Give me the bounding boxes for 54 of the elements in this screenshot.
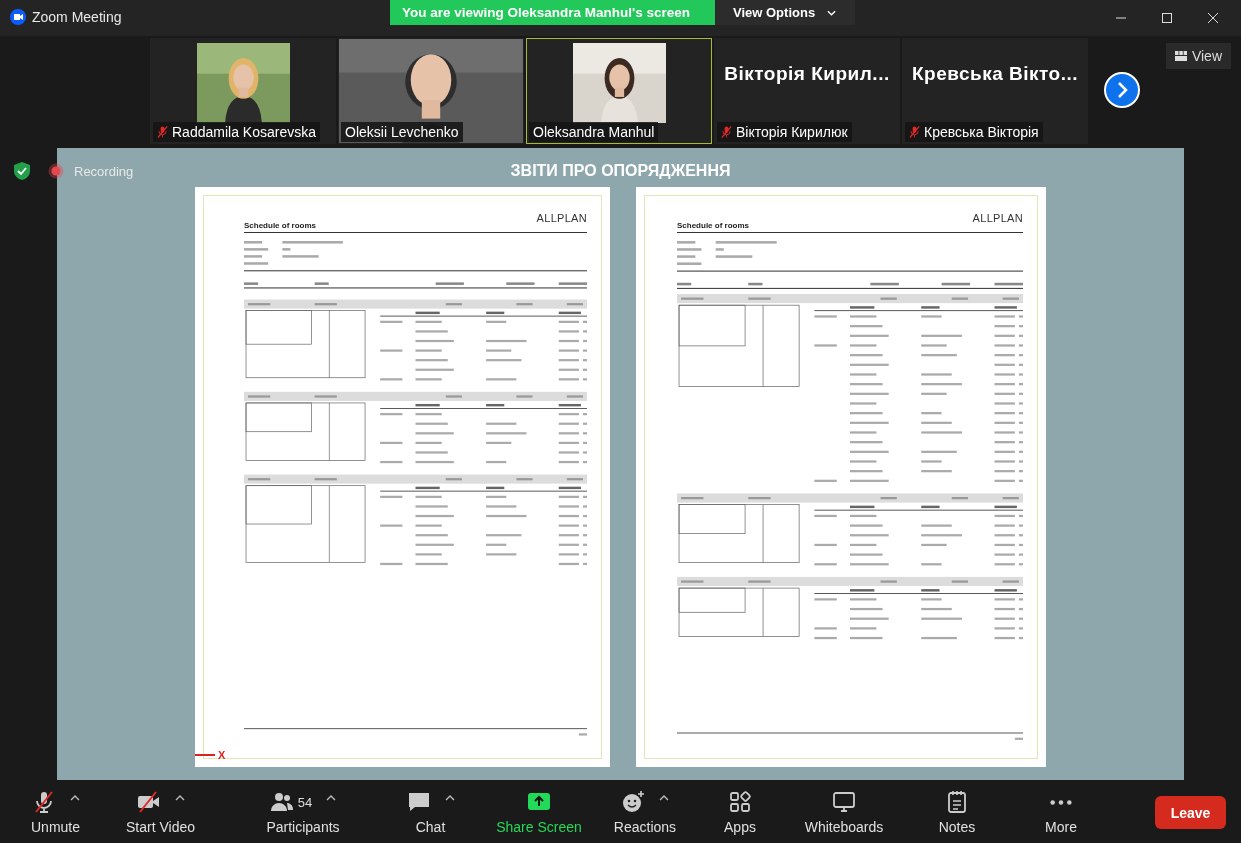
notepad-icon	[945, 790, 969, 814]
window-title: Zoom Meeting	[32, 9, 122, 25]
caret-icon[interactable]	[444, 795, 455, 801]
app-logo-icon	[10, 9, 26, 25]
grid-icon	[1174, 51, 1187, 61]
caret-icon[interactable]	[659, 795, 669, 801]
participant-tile[interactable]: Вікторія Кирил... Вікторія Кирилюк	[714, 38, 900, 144]
toolbar-button[interactable]: Reactions	[595, 790, 695, 835]
participant-tile[interactable]: Raddamila Kosarevska	[150, 38, 336, 144]
participant-name: Oleksandra Manhul	[533, 124, 655, 140]
toolbar-button[interactable]: Chat	[378, 790, 483, 835]
toolbar-button[interactable]: Unmute	[18, 790, 93, 835]
recording-label: Recording	[74, 163, 134, 179]
toolbar-button[interactable]: More	[1011, 790, 1111, 835]
shield-icon[interactable]	[14, 162, 30, 180]
view-options-button[interactable]: View Options	[715, 0, 855, 25]
chat-bubble-icon	[406, 790, 431, 814]
participant-name-title: Вікторія Кирил...	[724, 63, 890, 85]
brand-logo: ALLPLAN	[536, 212, 587, 224]
participant-name-title: Кревська Вікто...	[911, 63, 1079, 85]
toolbar-button[interactable]: Share Screen	[483, 790, 595, 835]
participant-tile[interactable]: Oleksandra Manhul	[526, 38, 712, 144]
video-camera-icon	[136, 790, 161, 814]
people-icon	[269, 790, 294, 814]
maximize-icon[interactable]	[1161, 12, 1173, 24]
participant-name: Oleksii Levchenko	[345, 124, 459, 140]
brand-logo: ALLPLAN	[972, 212, 1023, 224]
more-icon	[1050, 799, 1072, 805]
participant-name: Кревська Вікторія	[924, 124, 1039, 140]
screen-share-banner: You are viewing Oleksandra Manhul's screen	[390, 0, 715, 25]
close-icon[interactable]	[1207, 12, 1219, 24]
whiteboard-icon	[832, 790, 856, 814]
document-title: Schedule of rooms	[244, 221, 316, 230]
leave-button[interactable]: Leave	[1155, 796, 1226, 829]
axis-marker: X	[218, 749, 226, 761]
apps-icon	[728, 790, 752, 814]
smiley-plus-icon	[621, 790, 645, 814]
toolbar-button[interactable]: Start Video	[93, 790, 228, 835]
caret-icon[interactable]	[69, 795, 80, 801]
toolbar-button[interactable]: Whiteboards	[785, 790, 903, 835]
participant-tile[interactable]: Кревська Вікто... Кревська Вікторія	[902, 38, 1088, 144]
participant-tile[interactable]: Oleksii Levchenko	[338, 38, 524, 144]
toolbar-button[interactable]: 54 Participants	[228, 790, 378, 835]
participant-name: Raddamila Kosarevska	[172, 124, 316, 140]
toolbar-button[interactable]: Apps	[695, 790, 785, 835]
participant-name: Вікторія Кирилюк	[736, 124, 848, 140]
slide-title: ЗВІТИ ПРО ОПОРЯДЖЕННЯ	[510, 161, 731, 181]
view-button[interactable]: View	[1165, 43, 1231, 69]
caret-icon[interactable]	[326, 795, 337, 801]
next-page-button[interactable]	[1104, 72, 1140, 108]
caret-icon[interactable]	[174, 795, 185, 801]
toolbar-button[interactable]: Notes	[903, 790, 1011, 835]
document-title: Schedule of rooms	[677, 221, 749, 230]
chevron-down-icon	[827, 9, 837, 16]
